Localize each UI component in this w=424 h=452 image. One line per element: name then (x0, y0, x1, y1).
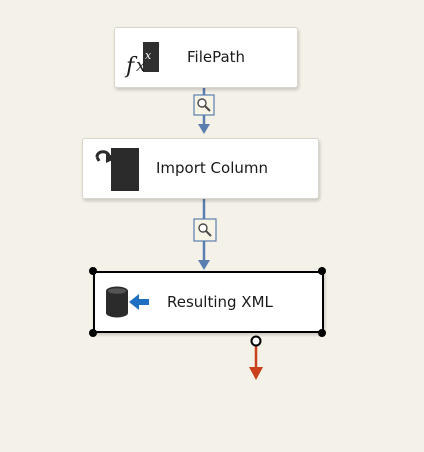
selection-handle[interactable] (89, 329, 97, 337)
import-column-node[interactable]: Import Column (82, 138, 319, 199)
node-label: Import Column (156, 159, 268, 177)
data-flow-canvas[interactable]: f x x FilePath Import Column Resulting X… (0, 0, 424, 452)
node-label: FilePath (187, 48, 246, 66)
error-output-path[interactable] (249, 335, 263, 381)
svg-text:x: x (145, 49, 152, 62)
selection-handle[interactable] (318, 329, 326, 337)
selection-handle[interactable] (318, 267, 326, 275)
import-column-icon (91, 146, 141, 192)
data-viewer-icon[interactable] (193, 218, 217, 242)
destination-node[interactable]: Resulting XML (93, 271, 324, 333)
node-label: Resulting XML (167, 293, 273, 311)
data-viewer-icon[interactable] (193, 94, 215, 116)
destination-icon (103, 285, 151, 319)
derived-column-fx-icon: f x x (123, 40, 163, 79)
selection-handle[interactable] (89, 267, 97, 275)
derived-column-node[interactable]: f x x FilePath (114, 27, 298, 88)
